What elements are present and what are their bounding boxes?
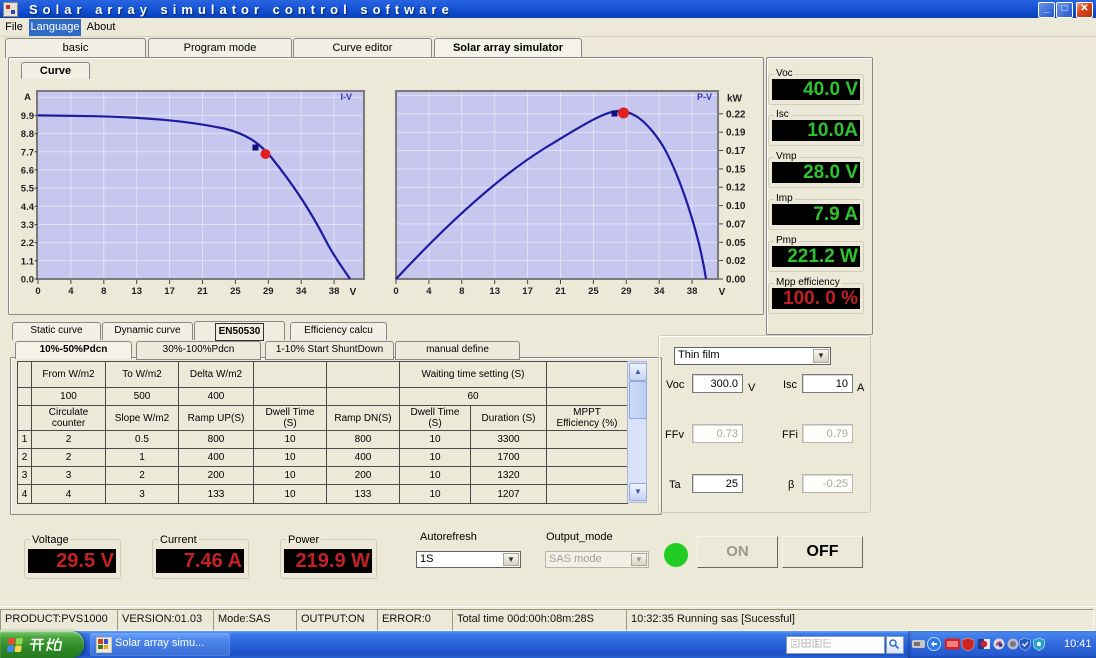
svg-text:3.3: 3.3 <box>21 220 34 231</box>
svg-text:V: V <box>719 287 726 298</box>
svg-text:38: 38 <box>329 286 340 297</box>
svg-text:2.2: 2.2 <box>21 238 34 249</box>
svg-text:0.10: 0.10 <box>726 201 746 212</box>
svg-text:34: 34 <box>654 286 665 297</box>
svg-text:5.5: 5.5 <box>21 184 35 195</box>
svg-text:V: V <box>350 287 357 298</box>
svg-text:0.15: 0.15 <box>726 164 746 175</box>
svg-text:0.19: 0.19 <box>726 128 746 139</box>
svg-text:25: 25 <box>230 286 241 297</box>
svg-text:34: 34 <box>296 286 307 297</box>
svg-text:kW: kW <box>727 94 743 105</box>
svg-text:7.7: 7.7 <box>21 147 34 158</box>
svg-text:21: 21 <box>555 286 566 297</box>
svg-text:0.12: 0.12 <box>726 183 746 194</box>
svg-text:A: A <box>24 92 31 103</box>
svg-text:17: 17 <box>164 286 175 297</box>
svg-text:29: 29 <box>621 286 632 297</box>
svg-text:0: 0 <box>35 286 40 297</box>
svg-text:8: 8 <box>101 286 106 297</box>
svg-text:38: 38 <box>687 286 698 297</box>
svg-text:0.02: 0.02 <box>726 256 746 267</box>
svg-text:25: 25 <box>588 286 599 297</box>
svg-text:1.1: 1.1 <box>21 256 35 267</box>
svg-text:13: 13 <box>489 286 500 297</box>
svg-text:0.00: 0.00 <box>726 275 746 286</box>
svg-text:8.8: 8.8 <box>21 129 34 140</box>
svg-text:8: 8 <box>459 286 464 297</box>
svg-text:4.4: 4.4 <box>21 202 35 213</box>
svg-text:0.22: 0.22 <box>726 109 746 120</box>
svg-text:I-V: I-V <box>340 92 352 102</box>
svg-text:9.9: 9.9 <box>21 111 34 122</box>
svg-text:13: 13 <box>131 286 142 297</box>
svg-text:4: 4 <box>68 286 74 297</box>
svg-text:0.0: 0.0 <box>21 275 34 286</box>
svg-text:0.07: 0.07 <box>726 219 746 230</box>
svg-text:P-V: P-V <box>697 92 712 102</box>
svg-text:0: 0 <box>393 286 398 297</box>
svg-text:6.6: 6.6 <box>21 165 34 176</box>
svg-text:17: 17 <box>522 286 533 297</box>
svg-text:4: 4 <box>426 286 432 297</box>
svg-text:0.05: 0.05 <box>726 238 746 249</box>
svg-text:21: 21 <box>197 286 208 297</box>
svg-text:29: 29 <box>263 286 274 297</box>
svg-text:0.17: 0.17 <box>726 146 746 157</box>
